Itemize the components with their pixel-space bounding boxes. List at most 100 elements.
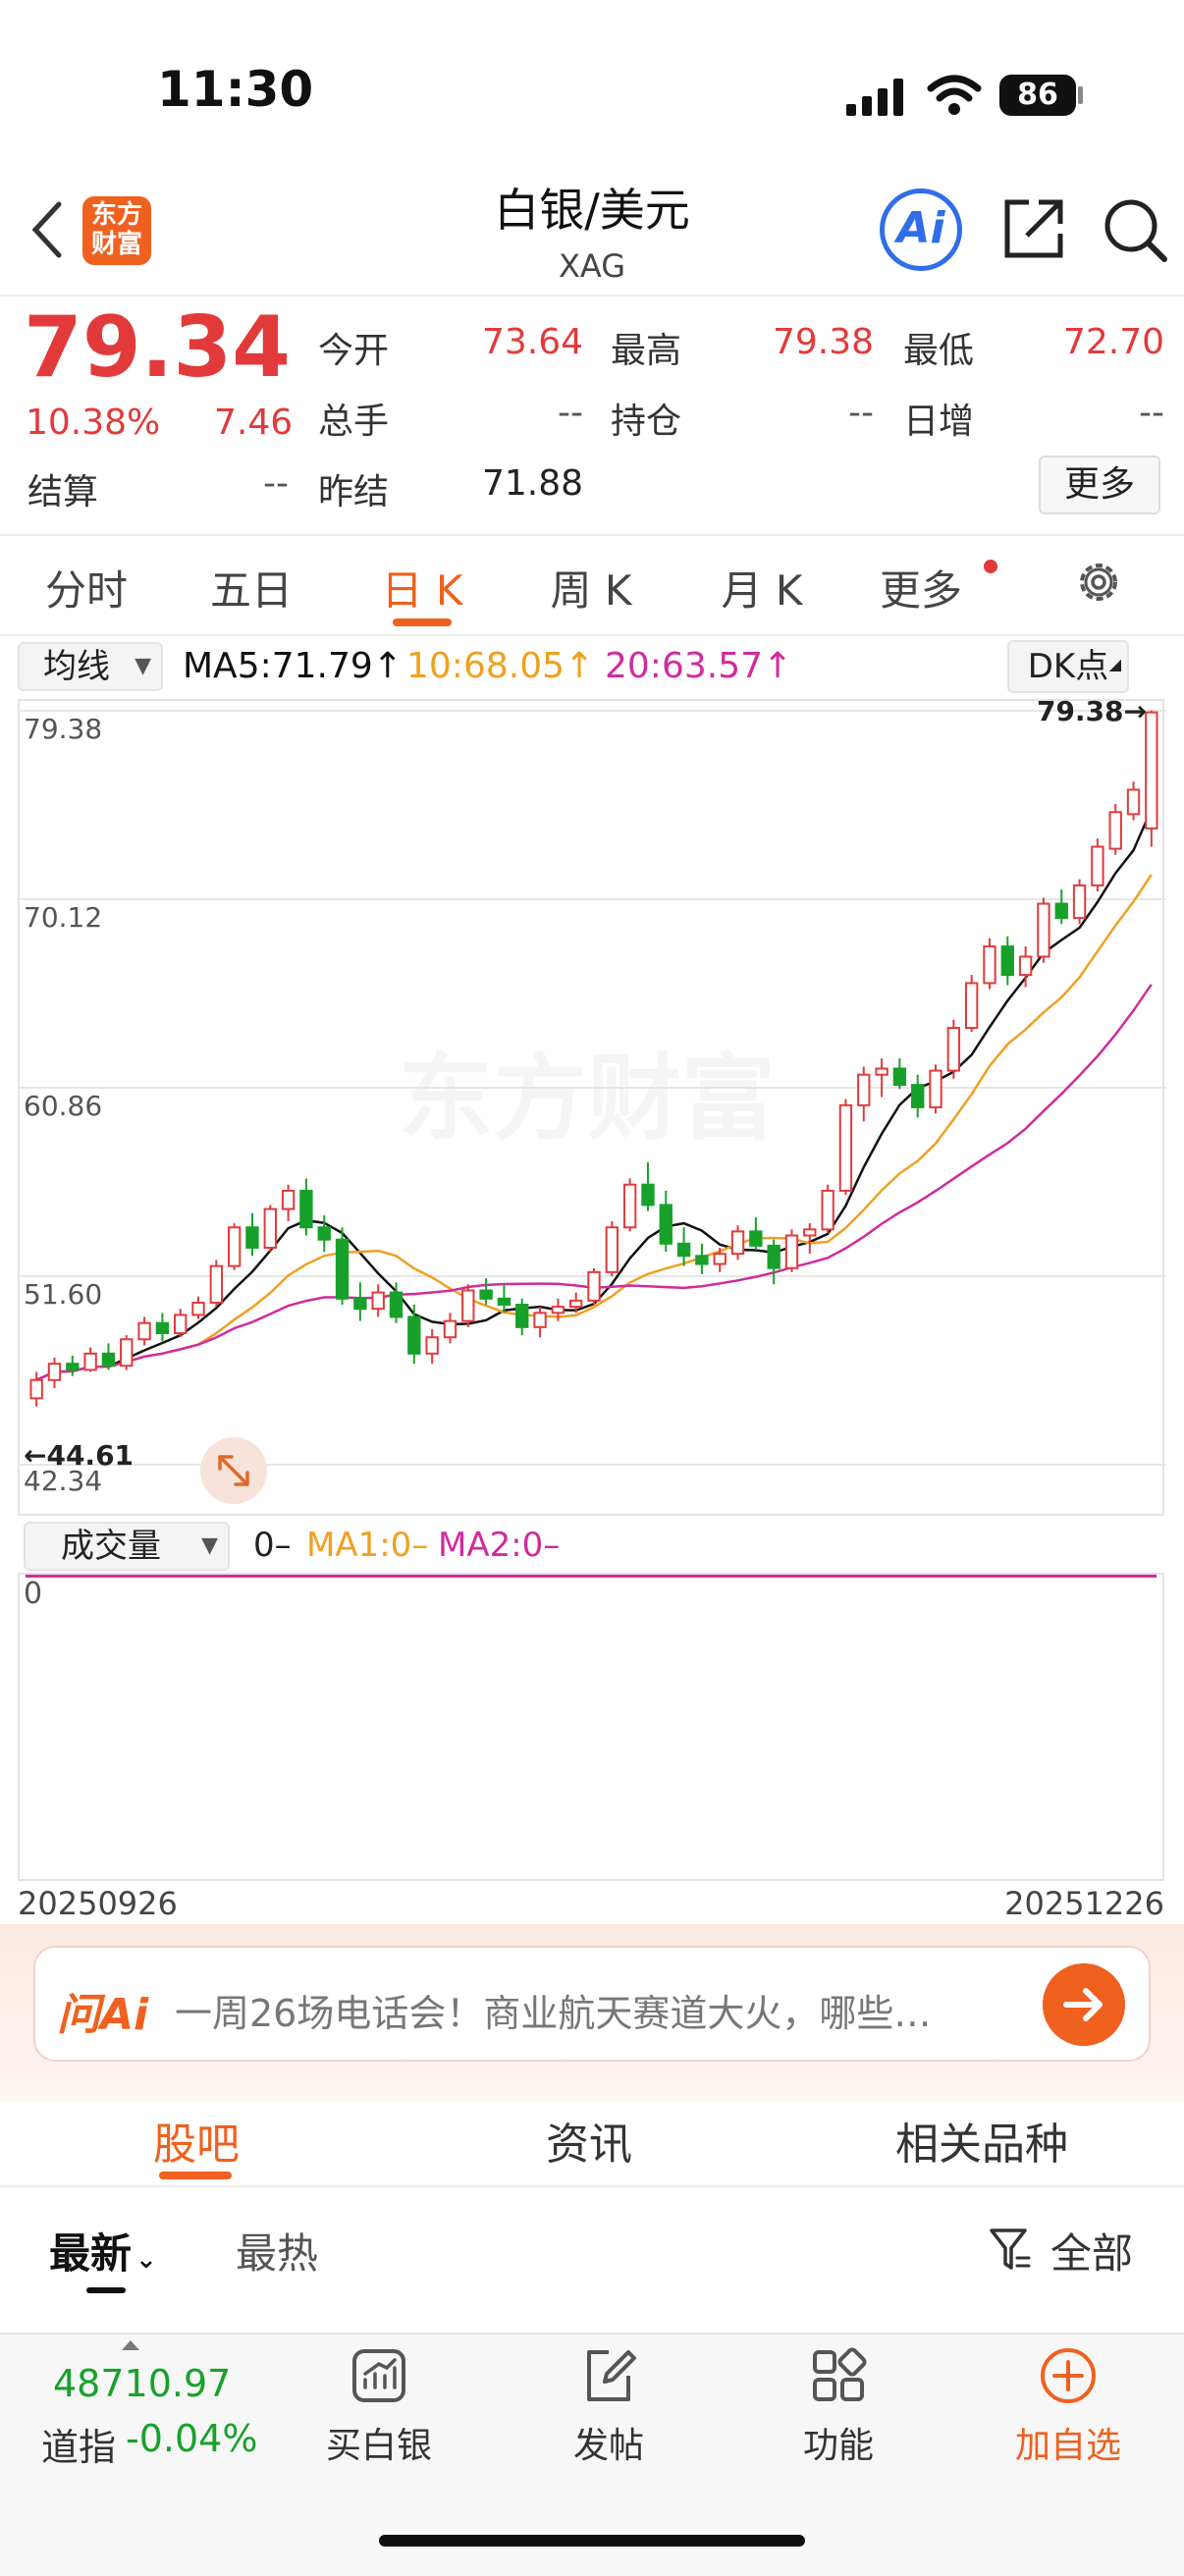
candle-up — [587, 1270, 601, 1302]
candle-up — [47, 1363, 62, 1381]
candle-up — [443, 1319, 457, 1339]
candle-up — [281, 1189, 296, 1210]
candle-down — [695, 1255, 709, 1265]
more-fields-button[interactable]: 更多 — [1039, 456, 1160, 514]
open-value: 73.64 — [481, 322, 583, 362]
candle-up — [1072, 884, 1087, 920]
candle-up — [1108, 811, 1122, 850]
y-axis-tick-label: 60.86 — [24, 1090, 102, 1122]
chevron-down-icon: ⌄ — [135, 2245, 157, 2275]
volume-value-text: 0– — [253, 1526, 292, 1565]
kline-chart[interactable]: 东方财富 79.3870.1260.8651.6042.34 79.38→ ←4… — [18, 699, 1166, 1516]
sort-latest[interactable]: 最新 ⌄ — [49, 2221, 157, 2281]
candle-up — [803, 1228, 817, 1237]
min-price-marker: ←44.61 — [24, 1439, 134, 1472]
add-circle-icon[interactable] — [1039, 2346, 1098, 2405]
candle-down — [66, 1363, 80, 1371]
y-axis-tick-label: 70.12 — [24, 901, 102, 934]
add-watchlist-button[interactable]: 加自选 — [990, 2417, 1147, 2468]
candle-up — [622, 1183, 637, 1229]
candle-down — [911, 1084, 925, 1108]
chart-watermark: 东方财富 — [399, 1044, 776, 1154]
settle-label: 结算 — [27, 472, 99, 512]
ma20-value: 20:63.57↑ — [605, 646, 793, 686]
indicator-select-label: 均线 — [43, 647, 110, 686]
search-icon[interactable] — [1102, 196, 1170, 265]
y-axis-tick-label: 79.38 — [24, 713, 102, 745]
buy-silver-button[interactable]: 买白银 — [300, 2417, 457, 2468]
last-price: 79.34 — [24, 298, 292, 397]
candle-up — [263, 1208, 277, 1249]
candle-down — [1000, 945, 1014, 977]
battery-tip — [1078, 86, 1083, 104]
tab-weekly-k[interactable]: 周 K — [512, 558, 670, 617]
daily-increase-label: 日增 — [903, 402, 975, 442]
volume-ma1: MA1:0– — [306, 1526, 429, 1565]
tab-monthly-k[interactable]: 月 K — [683, 558, 840, 617]
volume-select[interactable]: 成交量 ▼ — [24, 1522, 230, 1571]
candle-up — [1091, 845, 1104, 886]
indicator-select[interactable]: 均线 ▼ — [18, 642, 163, 691]
index-name[interactable]: 道指 — [41, 2417, 116, 2471]
settings-gear-icon[interactable] — [1072, 556, 1125, 609]
candle-up — [730, 1230, 745, 1256]
filter-icon[interactable] — [988, 2225, 1031, 2274]
position-value: -- — [848, 393, 874, 433]
prev-settle-label: 昨结 — [318, 472, 390, 512]
notification-dot — [984, 560, 997, 573]
candle-up — [371, 1291, 385, 1311]
tab-intraday[interactable]: 分时 — [8, 558, 165, 617]
post-button[interactable]: 发帖 — [530, 2417, 687, 2468]
caret-down-icon: ▼ — [201, 1533, 218, 1558]
tabs-divider — [0, 634, 1184, 636]
candle-down — [407, 1315, 421, 1355]
tab-forum[interactable]: 股吧 — [118, 2109, 275, 2172]
y-axis-tick-label: 51.60 — [24, 1278, 102, 1311]
candle-up — [29, 1378, 43, 1400]
candle-down — [335, 1238, 350, 1300]
index-change[interactable]: -0.04% — [126, 2417, 257, 2460]
expand-caret-icon[interactable] — [122, 2340, 139, 2350]
candle-down — [155, 1321, 170, 1335]
open-label: 今开 — [318, 331, 390, 371]
ma5-value: MA5:71.79↑ — [183, 646, 403, 686]
compose-post-icon[interactable] — [579, 2346, 638, 2405]
grid-functions-icon[interactable] — [809, 2346, 868, 2405]
tab-related-products[interactable]: 相关品种 — [864, 2109, 1100, 2172]
expand-chart-icon[interactable] — [200, 1437, 267, 1504]
candle-up — [857, 1073, 871, 1106]
functions-button[interactable]: 功能 — [760, 2417, 917, 2468]
active-tab-indicator — [393, 618, 452, 626]
tab-news[interactable]: 资讯 — [511, 2109, 668, 2172]
low-value: 72.70 — [1062, 322, 1164, 362]
candle-down — [353, 1297, 367, 1311]
high-value: 79.38 — [772, 322, 874, 362]
dk-point-button[interactable]: DK点 ◢ — [1007, 640, 1129, 693]
trade-chart-icon[interactable] — [350, 2346, 408, 2405]
volume-ma-line — [26, 1575, 1157, 1578]
candle-up — [1145, 711, 1158, 830]
tab-more[interactable]: 更多 — [842, 558, 999, 617]
candle-down — [641, 1183, 655, 1207]
change-percent: 10.38% — [26, 402, 161, 443]
candle-up — [191, 1301, 205, 1316]
x-axis-start-date: 20250926 — [18, 1885, 178, 1922]
candle-up — [964, 982, 979, 1030]
arrow-right-icon[interactable] — [1043, 1963, 1125, 2046]
tab-five-day[interactable]: 五日 — [173, 558, 330, 617]
battery-icon: 86 — [999, 75, 1076, 116]
ai-assistant-button[interactable]: Ai — [880, 188, 962, 271]
ai-prompt-text[interactable]: 一周26场电话会！商业航天赛道大火，哪些… — [175, 1983, 1019, 2037]
sort-hot[interactable]: 最热 — [236, 2221, 318, 2281]
filter-all[interactable]: 全部 — [1050, 2221, 1133, 2281]
candle-up — [1018, 955, 1033, 977]
candle-down — [659, 1204, 673, 1245]
candle-up — [227, 1226, 242, 1267]
share-icon[interactable] — [999, 194, 1068, 263]
volume-label: 总手 — [318, 402, 390, 442]
tab-daily-k[interactable]: 日 K — [344, 558, 501, 617]
candle-down — [101, 1352, 116, 1368]
index-value[interactable]: 48710.97 — [53, 2362, 231, 2405]
candle-up — [569, 1299, 583, 1309]
max-price-marker: 79.38→ — [1037, 699, 1147, 727]
